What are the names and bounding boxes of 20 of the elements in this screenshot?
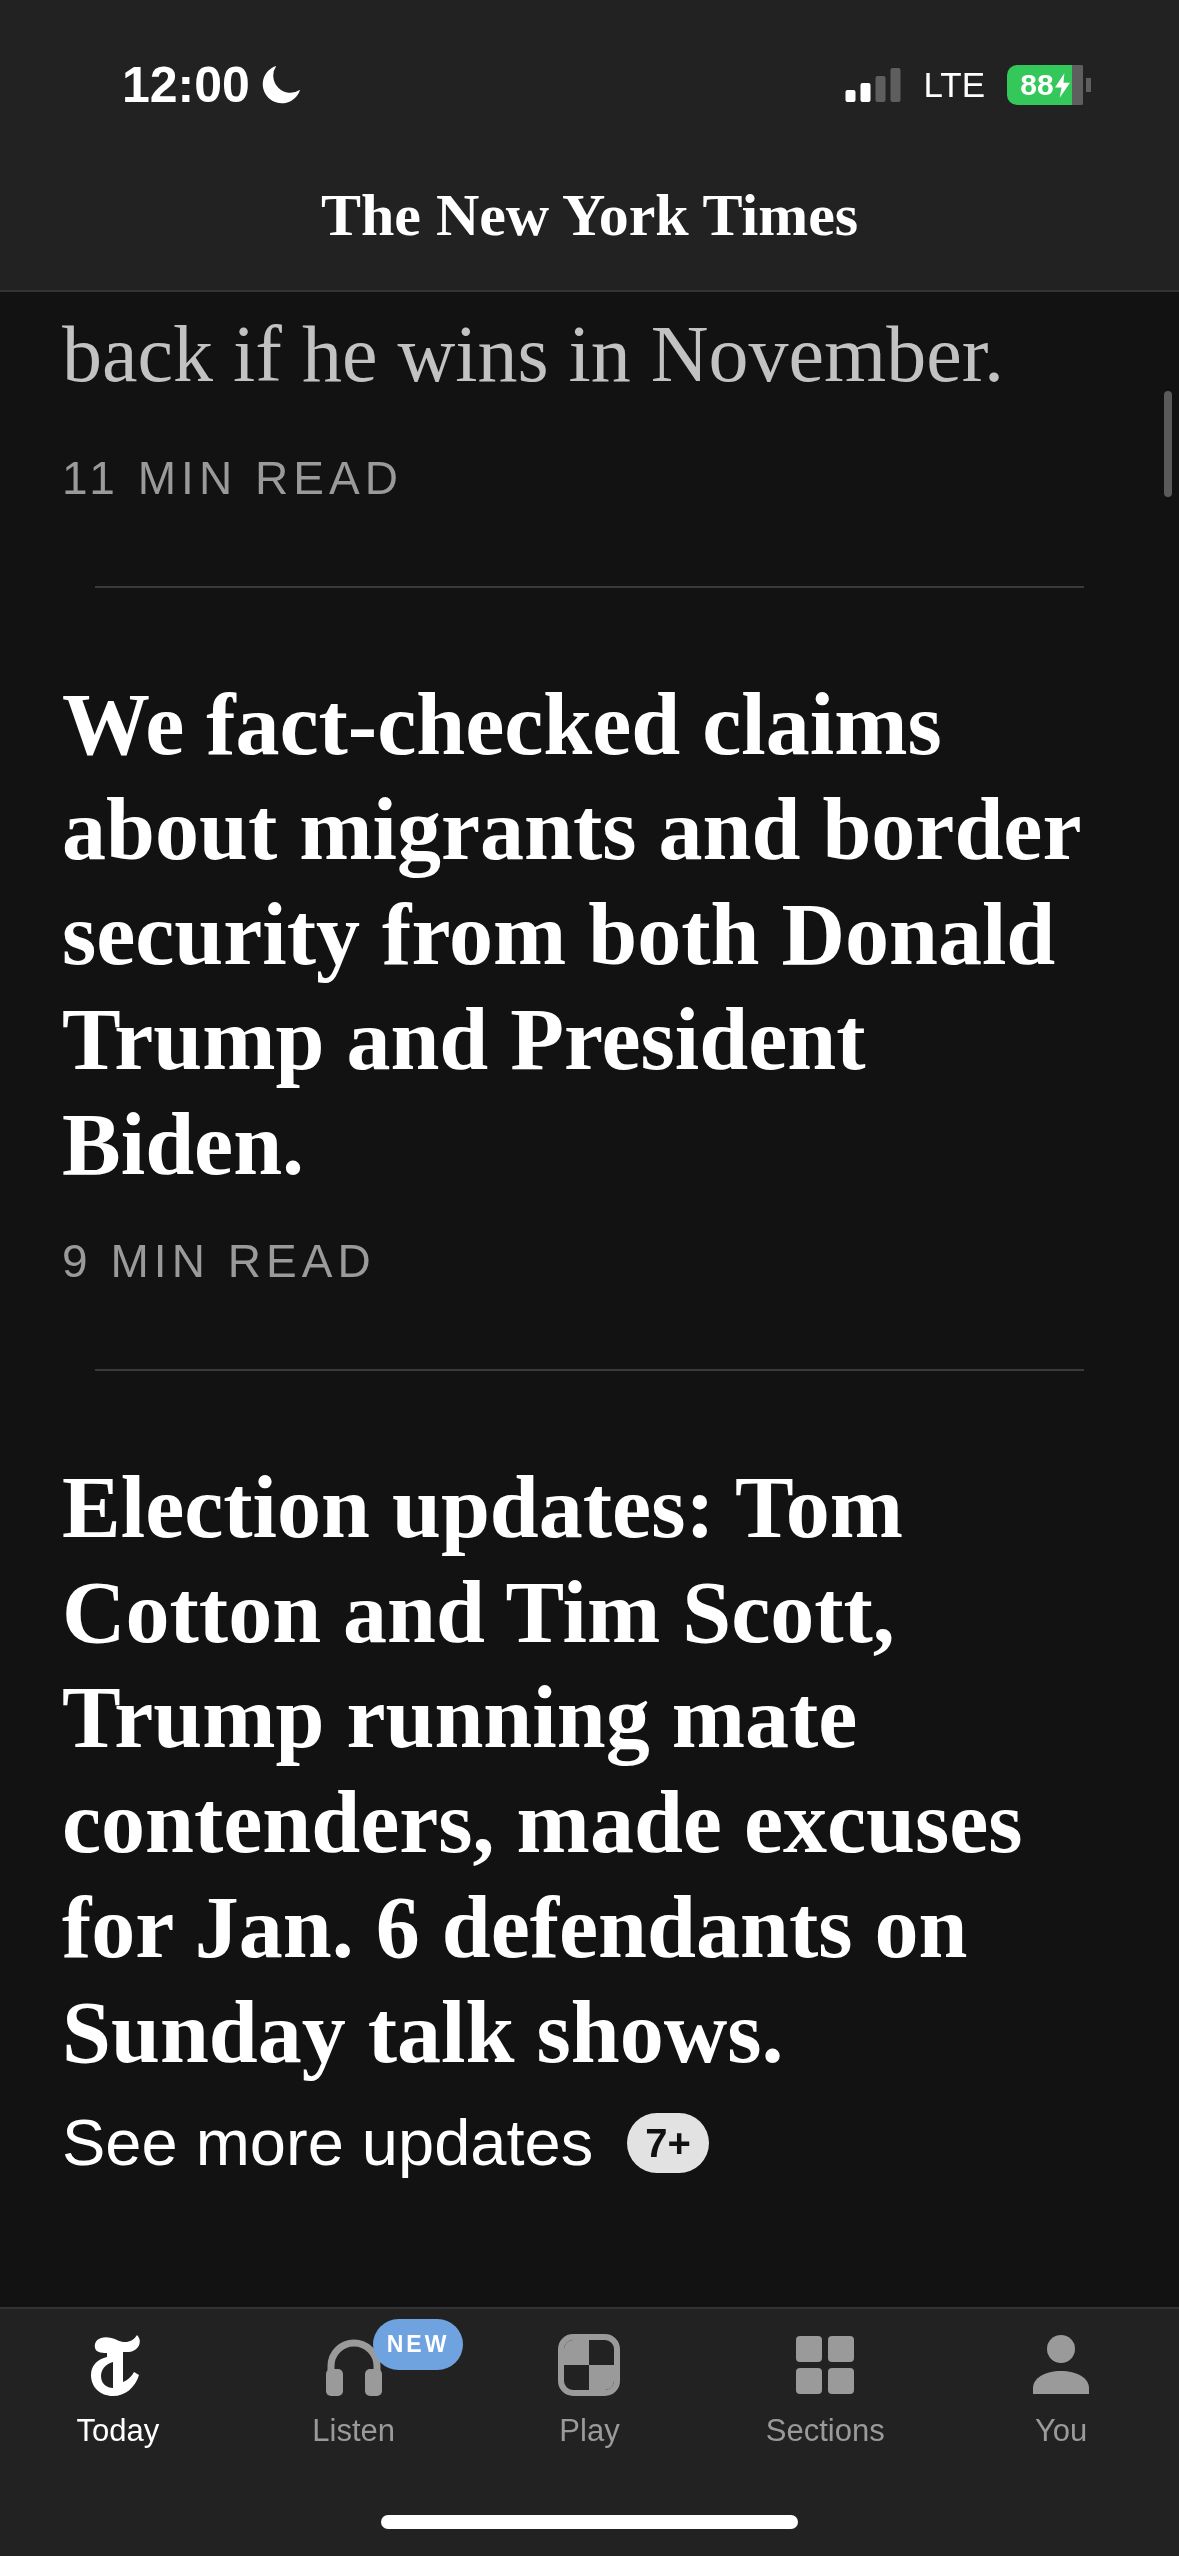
signal-icon	[845, 68, 902, 102]
article-summary[interactable]: back if he wins in November.	[62, 306, 1109, 402]
tab-button[interactable]: You	[943, 2309, 1179, 2449]
read-time: 11 MIN READ	[62, 451, 405, 506]
tab-button[interactable]: Today	[0, 2309, 236, 2449]
tab-button[interactable]: Play	[471, 2309, 708, 2449]
tab-button[interactable]: NEW Listen	[235, 2309, 472, 2449]
battery-percentage: 88	[1020, 68, 1054, 102]
article-headline[interactable]: We fact-checked claims about migrants and border security from both Donald Trump and President Biden.	[62, 672, 1109, 1197]
tab-button[interactable]: Sections	[707, 2309, 944, 2449]
article-headline[interactable]: Election updates: Tom Cotton and Tim Scott, Trump running mate contenders, made excuses for Jan. 6 defendants on Sunday talk shows.	[62, 1455, 1109, 2085]
update-count-badge: 7+	[627, 2113, 709, 2173]
see-more-updates-link[interactable]: See more updates	[62, 2107, 594, 2179]
read-time: 9 MIN READ	[62, 1234, 377, 1289]
newspaper-title: The New York Times	[320, 181, 859, 250]
checkered-square-icon	[556, 2332, 623, 2398]
bolt-icon	[1054, 72, 1070, 98]
network-type: LTE	[923, 65, 985, 105]
status-time: 12:00	[122, 56, 250, 114]
new-badge: NEW	[372, 2319, 464, 2370]
